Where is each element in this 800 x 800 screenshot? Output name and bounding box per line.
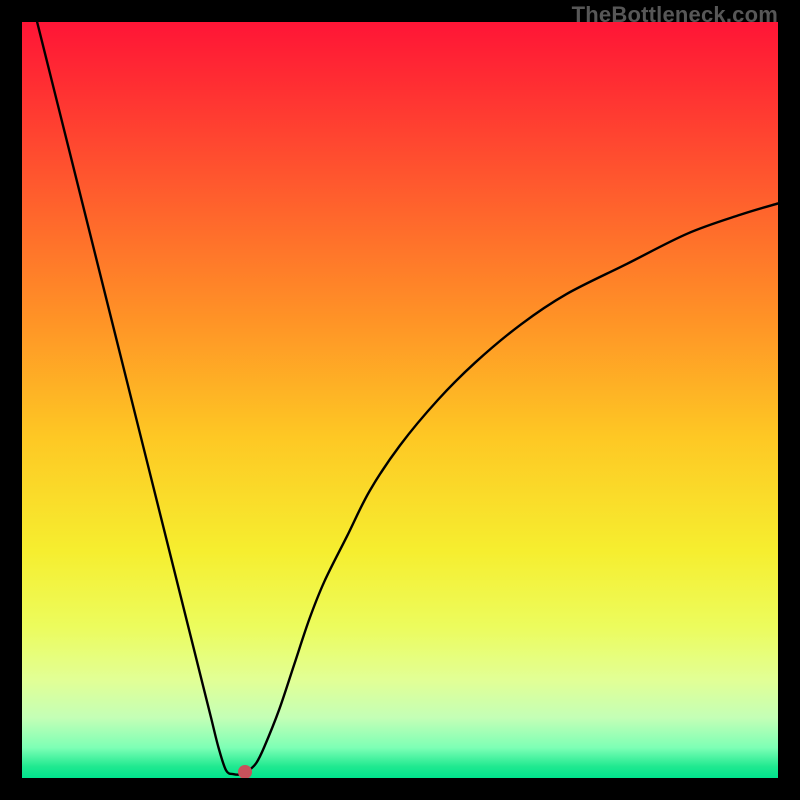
chart-frame: TheBottleneck.com [0, 0, 800, 800]
bottleneck-chart [22, 22, 778, 778]
plot-background [22, 22, 778, 778]
